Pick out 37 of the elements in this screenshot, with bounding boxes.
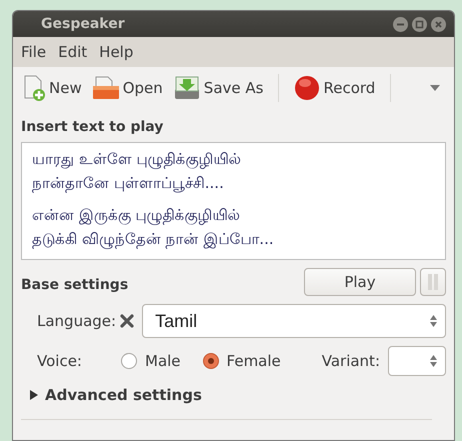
text-line: நான்தானே புள்ளாப்பூச்சி.... [32,173,225,195]
new-button[interactable]: New [19,73,85,103]
open-button[interactable]: Open [88,74,166,102]
menu-item[interactable]: Edit [58,40,88,64]
play-button[interactable]: Play [304,268,416,296]
radio-label: Male [145,350,181,372]
language-dropdown[interactable]: Tamil [142,304,446,338]
radio-button[interactable] [121,353,137,369]
spin-arrows-icon [430,315,437,327]
clear-icon[interactable] [120,314,134,328]
text-line: யாரது உள்ளே புழுதிக்குழியில் [32,149,242,171]
spin-arrows-icon [430,355,437,367]
variant-label: Variant: [322,350,380,372]
close-icon[interactable] [431,16,446,32]
window-title: Gespeaker [41,14,126,34]
radio-button[interactable] [202,353,219,369]
drive-download-icon [172,75,201,101]
record-icon [294,75,320,101]
advanced-settings-expander[interactable]: Advanced settings [21,384,446,406]
text-line: தடுக்கி விழுந்தேன் நான் இப்போ... [32,229,275,251]
document-plus-icon [22,75,46,101]
pause-icon [428,274,438,290]
text-line: என்ன இருக்கு புழுதிக்குழியில் [32,205,241,227]
variant-dropdown[interactable] [388,346,446,376]
save-as-button[interactable]: Save As [170,73,266,103]
record-button[interactable]: Record [291,73,378,103]
radio-label: Female [226,350,281,372]
menu-item[interactable]: Help [99,40,134,64]
section-title: Insert text to play [21,118,164,137]
text-input-area[interactable]: யாரது உள்ளே புழுதிக்குழியில் நான்தானே புள்ளாப்பூச்சி.... என்ன இருக்கு புழுதிக்குழியில் தடுக்கி விழுந்தேன் நான் இப்போ... [21,142,446,260]
menu-item[interactable]: File [21,40,46,64]
minimize-icon[interactable] [393,16,408,32]
folder-icon [92,76,120,100]
maximize-icon[interactable] [412,16,427,32]
language-label: Language: [37,310,116,332]
section-title: Base settings [21,276,130,295]
voice-label: Voice: [37,350,83,372]
